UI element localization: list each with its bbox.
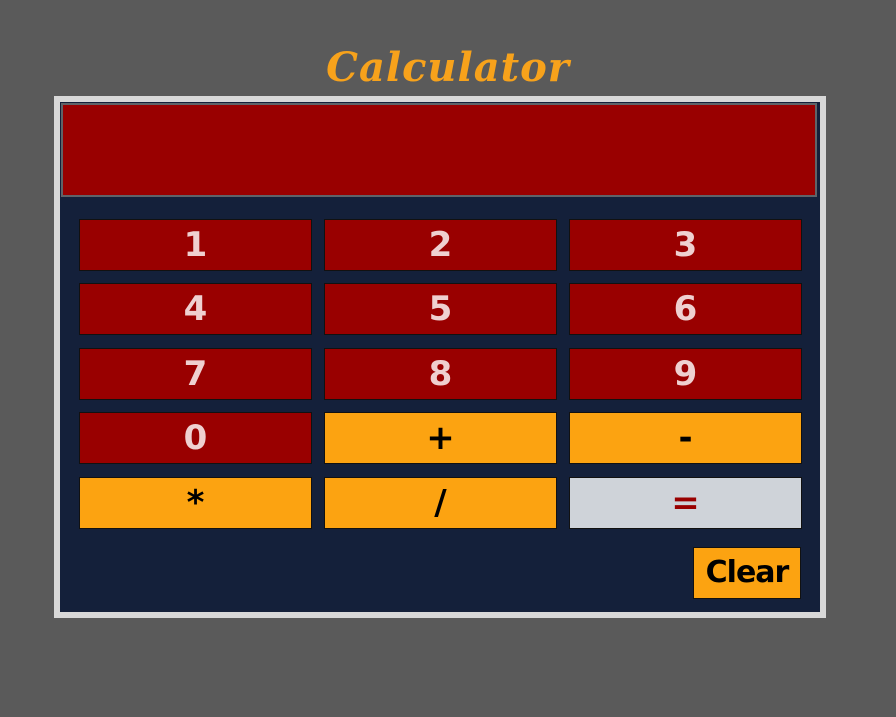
key-9-button[interactable]: 9 [569,348,802,400]
calculator-display [61,103,817,197]
key-5-button[interactable]: 5 [324,283,557,335]
calculator-panel: 1 2 3 4 5 6 7 8 9 0 + - * / = Clear [54,96,826,618]
key-3-button[interactable]: 3 [569,219,802,271]
multiply-button[interactable]: * [79,477,312,529]
key-8-button[interactable]: 8 [324,348,557,400]
key-2-button[interactable]: 2 [324,219,557,271]
equals-button[interactable]: = [569,477,802,529]
key-1-button[interactable]: 1 [79,219,312,271]
key-0-button[interactable]: 0 [79,412,312,464]
clear-button[interactable]: Clear [693,547,801,599]
key-6-button[interactable]: 6 [569,283,802,335]
plus-button[interactable]: + [324,412,557,464]
minus-button[interactable]: - [569,412,802,464]
key-7-button[interactable]: 7 [79,348,312,400]
app-title: Calculator [326,44,570,91]
key-4-button[interactable]: 4 [79,283,312,335]
divide-button[interactable]: / [324,477,557,529]
